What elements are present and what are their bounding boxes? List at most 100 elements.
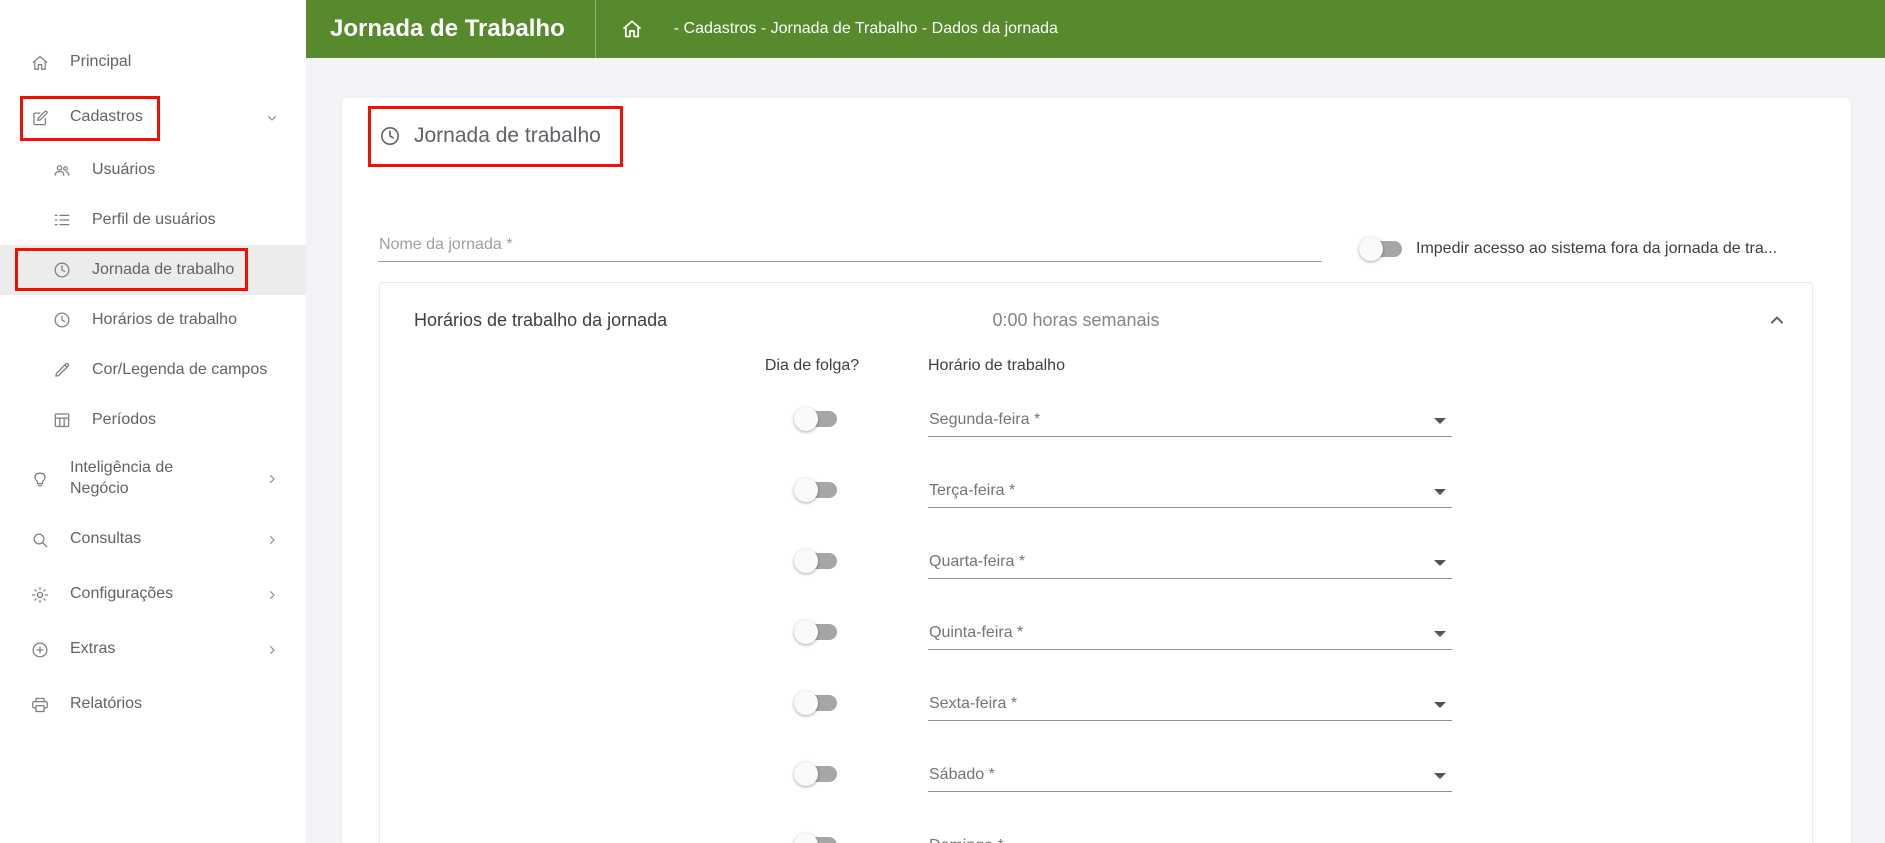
column-day-off: Dia de folga?	[764, 357, 860, 374]
schedule-header: Horários de trabalho da jornada 0:00 hor…	[380, 283, 1812, 357]
clock-icon	[52, 310, 72, 330]
clock-icon	[378, 124, 402, 148]
card-title-row: Jornada de trabalho	[378, 124, 601, 148]
work-hours-select[interactable]: Sábado *	[928, 756, 1452, 792]
sidebar-item-label: Usuários	[92, 160, 156, 178]
sidebar-item-extras[interactable]: Extras	[0, 622, 306, 677]
day-off-toggle[interactable]	[794, 761, 837, 786]
sidebar: Principal Cadastros Usuários Perfil de usuá…	[0, 0, 306, 843]
collapse-button[interactable]	[1762, 305, 1792, 335]
select-label: Terça-feira *	[929, 481, 1016, 499]
sidebar-item-label: Cadastros	[70, 108, 143, 126]
sidebar-item-label: Consultas	[70, 530, 142, 548]
table-icon	[52, 410, 72, 430]
sidebar-item-label: Configurações	[70, 585, 174, 603]
sidebar-item-usuarios[interactable]: Usuários	[0, 145, 306, 195]
day-rows: Segunda-feira * Terça-feira * Quarta-feira…	[380, 383, 1812, 843]
sidebar-menu: Principal Cadastros Usuários Perfil de usuá…	[0, 0, 306, 732]
select-label: Domingo *	[929, 837, 1004, 843]
access-toggle[interactable]	[1359, 237, 1402, 261]
day-row: Quinta-feira *	[380, 596, 1812, 667]
sidebar-item-label: Jornada de trabalho	[92, 260, 235, 278]
card-title: Jornada de trabalho	[414, 124, 601, 147]
home-icon	[30, 53, 50, 73]
sidebar-item-relatorios[interactable]: Relatórios	[0, 677, 306, 732]
day-off-toggle[interactable]	[794, 548, 837, 573]
sidebar-item-label: Extras	[70, 640, 116, 658]
sidebar-item-perfil-de-usuarios[interactable]: Perfil de usuários	[0, 195, 306, 245]
day-row: Segunda-feira *	[380, 383, 1812, 454]
pencil-icon	[52, 360, 72, 380]
breadcrumb: - Cadastros - Jornada de Trabalho - Dado…	[673, 20, 1058, 37]
day-row: Terça-feira *	[380, 454, 1812, 525]
schedule-section: Horários de trabalho da jornada 0:00 hor…	[379, 282, 1813, 843]
chevron-down-icon	[264, 110, 280, 126]
page-title: Jornada de Trabalho	[330, 15, 565, 42]
column-headers: Dia de folga? Horário de trabalho	[380, 357, 1812, 383]
work-hours-select[interactable]: Terça-feira *	[928, 472, 1452, 508]
select-label: Quarta-feira *	[929, 552, 1026, 570]
day-row: Quarta-feira *	[380, 525, 1812, 596]
jornada-card: Jornada de trabalho Nome da jornada * Im…	[342, 98, 1851, 843]
work-hours-select[interactable]: Domingo *	[928, 827, 1452, 843]
app-root: Principal Cadastros Usuários Perfil de usuá…	[0, 0, 1885, 843]
work-hours-select[interactable]: Quarta-feira *	[928, 543, 1452, 579]
work-hours-select[interactable]: Quinta-feira *	[928, 614, 1452, 650]
access-toggle-label: Impedir acesso ao sistema fora da jornad…	[1416, 240, 1778, 257]
sidebar-item-cor-legenda-de-campos[interactable]: Cor/Legenda de campos	[0, 345, 306, 395]
day-off-toggle[interactable]	[794, 406, 837, 431]
edit-icon	[30, 108, 50, 128]
select-label: Segunda-feira *	[929, 410, 1041, 428]
sidebar-item-configuracoes[interactable]: Configurações	[0, 567, 306, 622]
topbar-divider	[594, 0, 596, 58]
column-work-hours: Horário de trabalho	[928, 357, 1065, 374]
sidebar-item-consultas[interactable]: Consultas	[0, 512, 306, 567]
day-row: Sexta-feira *	[380, 667, 1812, 738]
sidebar-item-label: Cor/Legenda de campos	[92, 360, 268, 378]
work-hours-select[interactable]: Segunda-feira *	[928, 401, 1452, 437]
chevron-right-icon	[264, 471, 280, 487]
dropdown-caret-icon	[1434, 772, 1446, 779]
sidebar-item-label: Principal	[70, 53, 132, 71]
clock-icon	[52, 260, 72, 280]
day-off-toggle[interactable]	[794, 477, 837, 502]
day-row: Domingo *	[380, 809, 1812, 843]
sidebar-item-inteligencia-de-negocio[interactable]: Inteligência de Negócio	[0, 445, 306, 512]
select-label: Quinta-feira *	[929, 623, 1024, 641]
sidebar-item-label: Inteligência de Negócio	[70, 459, 174, 497]
bulb-icon	[30, 469, 50, 489]
sidebar-item-label: Perfil de usuários	[92, 210, 216, 228]
sidebar-item-jornada-de-trabalho[interactable]: Jornada de trabalho	[0, 245, 306, 295]
dropdown-caret-icon	[1434, 488, 1446, 495]
printer-icon	[30, 695, 50, 715]
day-off-toggle[interactable]	[794, 832, 837, 843]
plus-circle-icon	[30, 640, 50, 660]
chevron-up-icon	[1765, 308, 1789, 332]
sidebar-item-cadastros[interactable]: Cadastros	[0, 90, 306, 145]
sidebar-item-horarios-de-trabalho[interactable]: Horários de trabalho	[0, 295, 306, 345]
name-field-label: Nome da jornada *	[379, 236, 513, 253]
jornada-name-input[interactable]: Nome da jornada *	[378, 226, 1322, 262]
sidebar-item-label: Relatórios	[70, 695, 143, 713]
dropdown-caret-icon	[1434, 559, 1446, 566]
sidebar-item-principal[interactable]: Principal	[0, 35, 306, 90]
gear-icon	[30, 585, 50, 605]
list-icon	[52, 210, 72, 230]
select-label: Sábado *	[929, 765, 995, 783]
dropdown-caret-icon	[1434, 630, 1446, 637]
home-icon[interactable]	[620, 17, 644, 41]
sidebar-item-periodos[interactable]: Períodos	[0, 395, 306, 445]
schedule-title: Horários de trabalho da jornada	[414, 309, 668, 330]
dropdown-caret-icon	[1434, 417, 1446, 424]
sidebar-item-label: Períodos	[92, 410, 157, 428]
search-icon	[30, 530, 50, 550]
chevron-right-icon	[264, 587, 280, 603]
users-icon	[52, 160, 72, 180]
work-hours-select[interactable]: Sexta-feira *	[928, 685, 1452, 721]
day-off-toggle[interactable]	[794, 690, 837, 715]
chevron-right-icon	[264, 532, 280, 548]
dropdown-caret-icon	[1434, 701, 1446, 708]
day-off-toggle[interactable]	[794, 619, 837, 644]
chevron-right-icon	[264, 642, 280, 658]
topbar: Jornada de Trabalho - Cadastros - Jornad…	[306, 0, 1885, 58]
